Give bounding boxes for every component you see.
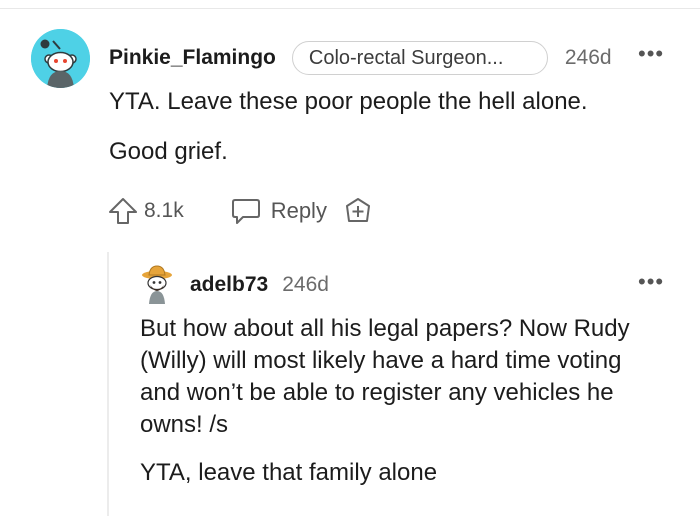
- reply-header: adelb73 246d: [190, 270, 329, 300]
- author-name[interactable]: Pinkie_Flamingo: [109, 46, 276, 70]
- comment-header: Pinkie_Flamingo Colo-rectal Surgeon... 2…: [109, 41, 612, 75]
- comment-paragraph: Good grief.: [109, 138, 228, 165]
- more-options-icon[interactable]: •••: [638, 271, 664, 293]
- upvote-button[interactable]: 8.1k: [107, 196, 184, 226]
- comment-paragraph: YTA, leave that family alone: [140, 459, 438, 486]
- comment-age: 246d: [564, 46, 612, 69]
- user-avatar[interactable]: [140, 264, 176, 304]
- award-button[interactable]: [343, 196, 373, 226]
- comment-age: 246d: [282, 273, 329, 296]
- more-options-icon[interactable]: •••: [638, 43, 664, 65]
- comment-paragraph: But how about all his legal papers? Now …: [140, 315, 630, 438]
- parent-comment: Pinkie_Flamingo Colo-rectal Surgeon... 2…: [0, 0, 700, 250]
- comment-paragraph: YTA. Leave these poor people the hell al…: [109, 88, 588, 115]
- user-avatar[interactable]: [31, 29, 90, 88]
- vote-count: 8.1k: [144, 199, 184, 222]
- reply-button[interactable]: Reply: [230, 196, 327, 226]
- snoo-avatar-icon: [31, 29, 90, 88]
- award-plus-icon: [345, 198, 370, 222]
- upvote-arrow-icon: [109, 198, 137, 224]
- thread-line[interactable]: [107, 252, 109, 516]
- comment-actions: 8.1k Reply: [107, 194, 373, 228]
- author-name[interactable]: adelb73: [190, 273, 268, 297]
- user-flair: Colo-rectal Surgeon...: [291, 41, 548, 75]
- speech-bubble-icon: [231, 199, 260, 224]
- snoo-cowboy-avatar-icon: [142, 265, 172, 304]
- reply-label: Reply: [270, 198, 327, 223]
